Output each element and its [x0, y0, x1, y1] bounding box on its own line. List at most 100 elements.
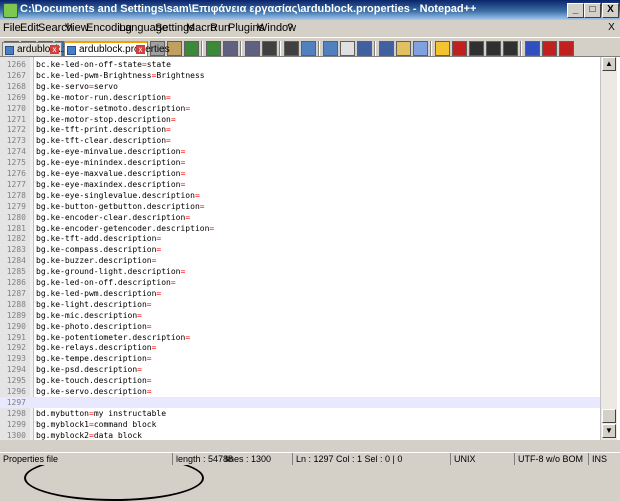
code-line[interactable]: 1291 bg.ke-potentiometer.description= [0, 332, 600, 343]
undo-icon[interactable] [184, 41, 199, 56]
property-value: servo [93, 81, 118, 91]
tab-close-icon[interactable]: x [136, 45, 145, 54]
code-line[interactable]: 1293 bg.ke-tempe.description= [0, 353, 600, 364]
code-line[interactable]: 1286 bg.ke-led-on-off.description= [0, 277, 600, 288]
line-text: bg.ke-motor-run.description= [36, 92, 171, 103]
code-line[interactable]: 1279 bg.ke-button-getbutton.description= [0, 201, 600, 212]
code-line[interactable]: 1280 bg.ke-encoder-clear.description= [0, 212, 600, 223]
tab-label: ardublock.properties [79, 44, 170, 55]
indent-guide-icon[interactable] [379, 41, 394, 56]
menu-file[interactable]: File [3, 22, 21, 34]
redo-icon[interactable] [206, 41, 221, 56]
notepadpp-app-icon[interactable] [3, 3, 18, 18]
property-key: bg.ke-button-getbutton.description [36, 201, 200, 211]
code-line[interactable]: 1282 bg.ke-tft-add.description= [0, 233, 600, 244]
folder-icon[interactable] [435, 41, 450, 56]
equals-sign: = [180, 267, 186, 277]
toolbar-separator [201, 41, 203, 56]
scroll-down-icon[interactable]: ▼ [602, 424, 616, 438]
line-number: 1274 [6, 147, 26, 157]
code-line[interactable]: 1271 bg.ke-motor-stop.description= [0, 114, 600, 125]
user-lang-icon[interactable] [396, 41, 411, 56]
line-text: bg.ke-motor-setmoto.description= [36, 103, 190, 114]
close-document-icon[interactable]: X [606, 22, 617, 33]
code-line[interactable]: 1277 bg.ke-eye-maxindex.description= [0, 179, 600, 190]
vertical-scrollbar[interactable]: ▲ ▼ [600, 57, 617, 440]
code-line[interactable]: 1297 [0, 396, 600, 408]
code-line[interactable]: 1274 bg.ke-eye-minvalue.description= [0, 146, 600, 157]
code-line[interactable]: 1278 bg.ke-eye-singlevalue.description= [0, 190, 600, 201]
window-title: C:\Documents and Settings\sam\Επιφάνεια … [20, 3, 477, 15]
code-line[interactable]: 1267 bc.ke-led-pwm-Brightness=Brightness [0, 70, 600, 81]
record-macro-icon[interactable] [452, 41, 467, 56]
abc-icon[interactable] [559, 41, 574, 56]
property-key: bg.ke-tft-add.description [36, 234, 157, 244]
equals-sign: = [146, 321, 152, 331]
code-line[interactable]: 1272 bg.ke-tft-print.description= [0, 124, 600, 135]
play-macro-icon[interactable] [486, 41, 501, 56]
scroll-up-icon[interactable]: ▲ [602, 57, 616, 71]
line-text: bg.ke-button-getbutton.description= [36, 201, 205, 212]
code-line[interactable]: 1270 bg.ke-motor-setmoto.description= [0, 103, 600, 114]
line-text: bg.ke-tft-clear.description= [36, 135, 171, 146]
line-number: 1286 [6, 278, 26, 287]
menu-help[interactable]: ? [287, 22, 293, 34]
word-wrap-icon[interactable] [340, 41, 355, 56]
minimize-button[interactable]: _ [567, 3, 584, 18]
code-line[interactable]: 1299 bg.myblock1=command block [0, 419, 600, 430]
tab-close-icon[interactable]: x [50, 45, 59, 54]
code-line[interactable]: 1284 bg.ke-buzzer.description= [0, 255, 600, 266]
line-number: 1299 [6, 419, 26, 429]
code-line[interactable]: 1288 bg.ke-light.description= [0, 299, 600, 310]
maximize-button[interactable]: □ [584, 3, 601, 18]
tab-ardublock-xml[interactable]: ardublock.xml x [2, 42, 79, 56]
line-text: bg.ke-motor-stop.description= [36, 114, 176, 125]
editor-pane[interactable]: 1266 bc.ke-led-on-off-state=state 1267 bc.k… [0, 56, 620, 501]
code-line[interactable]: 1289 bg.ke-mic.description= [0, 310, 600, 321]
code-line[interactable]: 1285 bg.ke-ground-light.description= [0, 266, 600, 277]
property-key: bg.ke-tempe.description [36, 354, 147, 364]
line-number: 1300 [6, 430, 26, 440]
code-line[interactable]: 1296 bg.ke-servo.description= [0, 386, 600, 397]
zoom-in-icon[interactable] [262, 41, 277, 56]
line-text: bg.ke-eye-minvalue.description= [36, 146, 185, 157]
code-line[interactable]: 1294 bg.ke-psd.description= [0, 364, 600, 375]
zoom-out-icon[interactable] [284, 41, 299, 56]
code-line[interactable]: 1269 bg.ke-motor-run.description= [0, 92, 600, 103]
replace-icon[interactable] [245, 41, 260, 56]
code-line[interactable]: 1268 bg.ke-servo=servo [0, 81, 600, 92]
show-all-chars-icon[interactable] [357, 41, 372, 56]
code-line[interactable]: 1266 bc.ke-led-on-off-state=state [0, 59, 600, 70]
line-number: 1269 [6, 92, 26, 102]
code-line[interactable]: 1283 bg.ke-compass.description= [0, 244, 600, 255]
tab-ardublock-properties[interactable]: ardublock.properties x [64, 41, 170, 57]
doc-map-icon[interactable] [413, 41, 428, 56]
code-line[interactable]: 1295 bg.ke-touch.description= [0, 375, 600, 386]
code-line[interactable]: 1292 bg.ke-relays.description= [0, 342, 600, 353]
code-line[interactable]: 1275 bg.ke-eye-minindex.description= [0, 157, 600, 168]
close-window-button[interactable]: X [602, 3, 619, 18]
sync-v-icon[interactable] [301, 41, 316, 56]
run-macro-multiple-icon[interactable] [503, 41, 518, 56]
line-text: bd.mybutton=my instructable [36, 408, 166, 419]
property-key: bg.ke-eye-maxvalue.description [36, 169, 181, 178]
line-number: 1287 [6, 288, 26, 298]
code-line[interactable]: 1276 bg.ke-eye-maxvalue.description= [0, 168, 600, 179]
code-line[interactable]: 1298 bd.mybutton=my instructable [0, 408, 600, 419]
menu-edit[interactable]: Edit [20, 22, 39, 34]
save-macro-icon[interactable] [525, 41, 540, 56]
code-line[interactable]: 1300 bg.myblock2=data block [0, 430, 600, 441]
find-icon[interactable] [223, 41, 238, 56]
line-number: 1273 [6, 136, 26, 146]
status-file-type: Properties file [3, 454, 59, 464]
code-line[interactable]: 1287 bg.ke-led-pwm.description= [0, 288, 600, 299]
scroll-thumb[interactable] [602, 409, 616, 423]
code-line[interactable]: 1273 bg.ke-tft-clear.description= [0, 135, 600, 146]
spell-check-icon[interactable] [542, 41, 557, 56]
code-line[interactable]: 1290 bg.ke-photo.description= [0, 321, 600, 332]
toolbar-separator [430, 41, 432, 56]
code-line[interactable]: 1281 bg.ke-encoder-getencoder.description… [0, 223, 600, 234]
sync-h-icon[interactable] [323, 41, 338, 56]
line-text: bc.ke-led-on-off-state=state [36, 59, 171, 70]
stop-macro-icon[interactable] [469, 41, 484, 56]
